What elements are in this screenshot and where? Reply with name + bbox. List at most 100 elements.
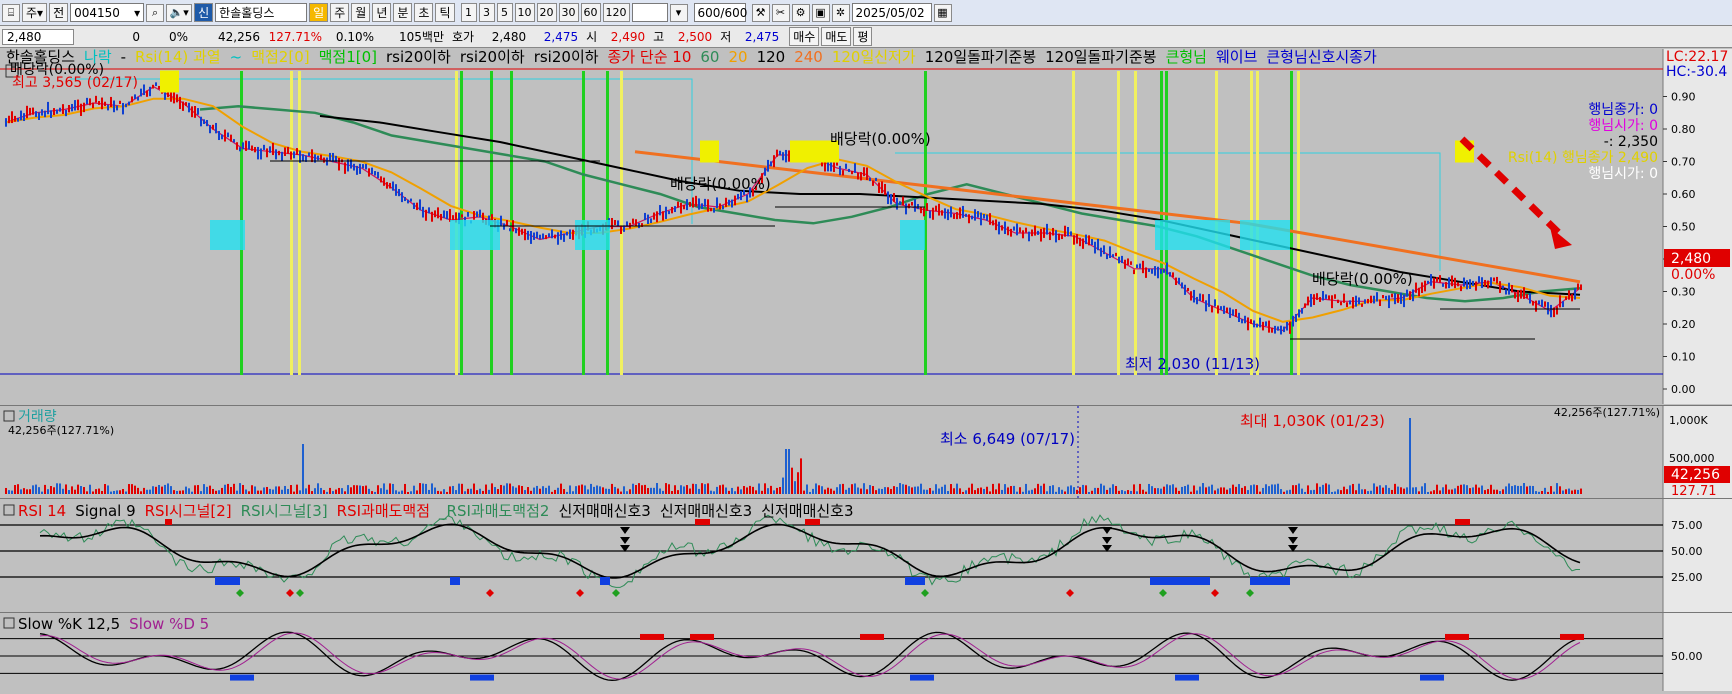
price-chart-pane[interactable]: 한솔홀딩스 나락 - Rsi(14) 과열 ~ 맥점2[0] 맥점1[0] rsi20이하 rs…	[0, 48, 1732, 404]
candle	[836, 162, 838, 166]
volume-bar	[1556, 483, 1558, 494]
volume-bar	[806, 484, 808, 494]
minute-button-3[interactable]: 10	[514, 3, 535, 22]
tool-icon[interactable]: ⚒	[751, 3, 770, 22]
volume-bar	[605, 488, 607, 494]
period-button-0[interactable]: 일	[309, 3, 329, 22]
settings-icon[interactable]: ✲	[831, 3, 850, 22]
volume-bar	[1325, 483, 1327, 494]
minute-button-1[interactable]: 3	[478, 3, 495, 22]
chevron-down-icon[interactable]: ▾	[669, 3, 688, 22]
stochastic-chart-pane[interactable]: 50.00 Slow %K 12,5 Slow %D 5	[0, 612, 1732, 691]
volume-bar	[59, 483, 61, 494]
candle	[842, 170, 844, 176]
volume-bar	[170, 486, 172, 494]
candle	[1379, 299, 1381, 307]
volume-bar	[80, 486, 82, 494]
candle	[986, 214, 988, 221]
period-button-4[interactable]: 분	[393, 3, 413, 22]
sell-button[interactable]: 매도	[821, 27, 852, 46]
volume-bar	[305, 488, 307, 494]
period-button-5[interactable]: 초	[414, 3, 434, 22]
volume-bar	[836, 487, 838, 494]
minute-button-7[interactable]: 120	[602, 3, 630, 22]
volume-bar	[1511, 486, 1513, 494]
candle	[1043, 227, 1045, 238]
scissors-icon[interactable]: ✂	[771, 3, 790, 22]
volume-bar	[941, 486, 943, 494]
custom-minute-input[interactable]	[631, 3, 668, 22]
volume-bar	[1031, 489, 1033, 494]
chevron-down-icon[interactable]: ▾	[134, 6, 140, 20]
new-button[interactable]: 신	[194, 3, 214, 22]
search-icon[interactable]: ⌕	[146, 3, 165, 22]
period-button-2[interactable]: 월	[351, 3, 371, 22]
candle	[200, 116, 202, 127]
candle	[128, 101, 130, 106]
volume-chart-pane[interactable]: 거래량 42,256주(127.71%) 최소 6,649 (07/17) 최대 1,…	[0, 405, 1732, 499]
minute-button-4[interactable]: 20	[536, 3, 557, 22]
candle	[32, 107, 34, 115]
candle	[308, 152, 310, 156]
candle	[500, 215, 502, 226]
code-input[interactable]: 004150 ▾	[70, 3, 145, 22]
volume-bar	[1550, 486, 1552, 494]
volume-bar	[1160, 488, 1162, 494]
volume-bar	[1430, 491, 1432, 494]
minute-button-5[interactable]: 30	[558, 3, 579, 22]
stoch-oversold-fill	[910, 674, 934, 681]
volume-bar	[986, 486, 988, 494]
volume-bar	[992, 483, 994, 494]
candle	[446, 211, 448, 220]
volume-bar	[692, 483, 694, 494]
volume-bar	[1301, 488, 1303, 494]
date-input[interactable]: 2025/05/02	[851, 3, 932, 22]
candle	[1475, 281, 1477, 291]
minute-button-6[interactable]: 60	[580, 3, 601, 22]
candle	[1091, 238, 1093, 245]
gear-icon[interactable]: ⚙	[791, 3, 810, 22]
period-buttons: 일주월년분초틱	[307, 3, 455, 22]
candle	[923, 207, 925, 217]
minute-button-2[interactable]: 5	[496, 3, 513, 22]
volume-bar	[878, 488, 880, 494]
save-icon[interactable]: ▣	[811, 3, 830, 22]
candle	[692, 197, 694, 208]
period-button-6[interactable]: 틱	[435, 3, 455, 22]
yellow-fill	[700, 140, 719, 163]
period-button-1[interactable]: 주	[330, 3, 350, 22]
volume-bar	[413, 485, 415, 494]
candle	[77, 99, 79, 111]
buy-button[interactable]: 매수	[789, 27, 820, 46]
rsi-legend-item: 신저매매신호3	[558, 502, 650, 520]
rsi-chart-pane[interactable]: 75.00 50.00 25.00 RSI 14 Signal 9 RSI시그널[2] RS…	[0, 498, 1732, 612]
stoch-legend-item: Slow %K 12,5	[18, 615, 120, 633]
candle	[1085, 234, 1087, 245]
candle	[290, 151, 292, 160]
volume-bar	[584, 485, 586, 494]
candle	[1226, 307, 1228, 314]
volume-bar	[1043, 483, 1045, 494]
flat-button[interactable]: 평	[853, 27, 873, 46]
candle	[662, 211, 664, 221]
calendar-icon[interactable]: ▦	[933, 3, 952, 22]
price-legend-item: 240	[794, 49, 823, 66]
volume-bar	[1412, 487, 1414, 494]
volume-bar	[1574, 489, 1576, 494]
volume-bar	[1580, 488, 1582, 494]
rsi-legend-item: _RSI과매도맥점2	[438, 502, 549, 521]
down-arrow-icon	[1288, 537, 1298, 544]
prev-button[interactable]: 전	[49, 3, 69, 22]
candle	[1277, 326, 1279, 331]
candle	[656, 211, 658, 223]
minute-button-0[interactable]: 1	[460, 3, 477, 22]
period-type-select[interactable]: 주 ▾	[22, 3, 48, 22]
chart-menu-icon[interactable]: ⌸	[2, 3, 20, 22]
speaker-icon[interactable]: 🔈▾	[166, 3, 193, 22]
period-button-3[interactable]: 년	[372, 3, 392, 22]
stoch-overbought-fill	[860, 633, 884, 640]
count-input[interactable]: 600/600	[693, 3, 747, 22]
volume-bar	[356, 485, 358, 494]
volume-bar	[503, 485, 505, 494]
price-legend-item: 큰형님신호시종가	[1266, 49, 1377, 66]
